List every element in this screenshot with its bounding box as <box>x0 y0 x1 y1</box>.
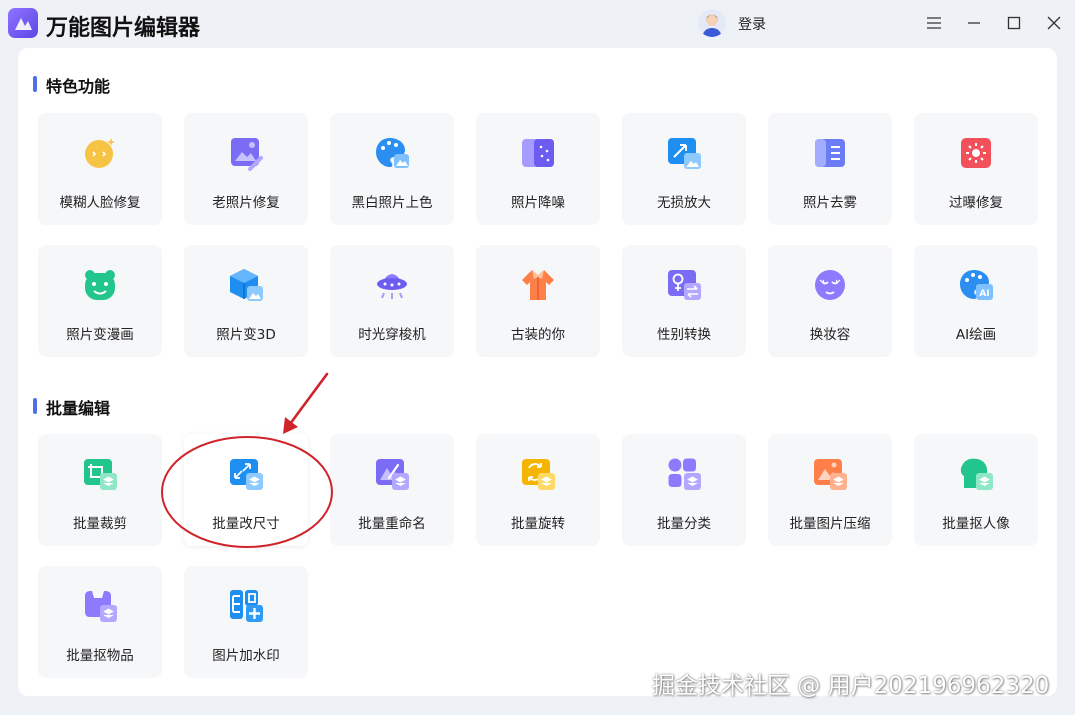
annotation-overlay <box>161 372 333 548</box>
watermark-text: 掘金技术社区 @ 用户2021969623​20 <box>652 673 1050 699</box>
annotation-ellipse <box>161 436 333 548</box>
annotation-arrow-icon <box>283 372 329 434</box>
